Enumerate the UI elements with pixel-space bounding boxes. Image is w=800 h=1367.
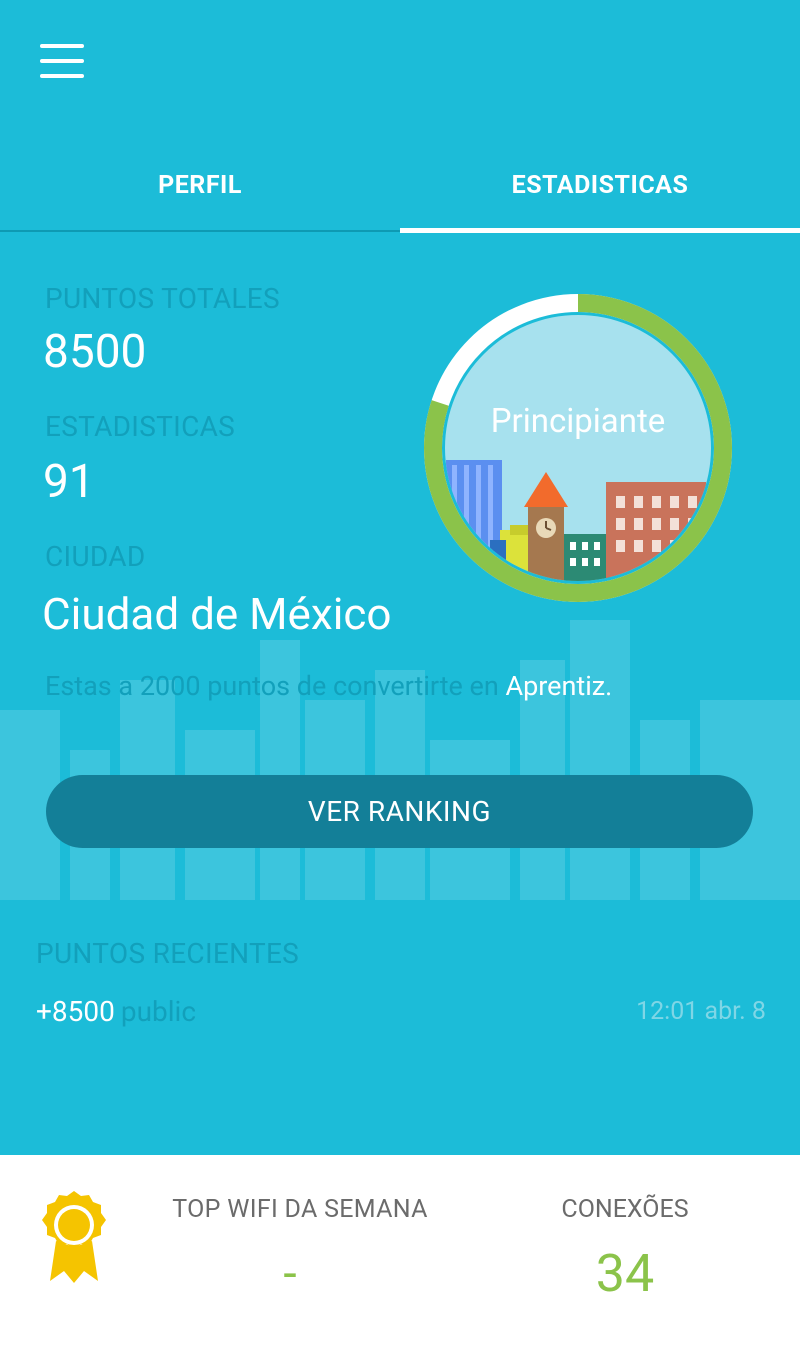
next-level-name: Aprentiz. bbox=[505, 670, 613, 702]
connections-label: CONEXÕES bbox=[561, 1195, 689, 1224]
top-wifi-label: TOP WIFI DA SEMANA bbox=[172, 1195, 428, 1224]
medal-icon bbox=[42, 1191, 106, 1283]
bottom-summary-panel: TOP WIFI DA SEMANA - CONEXÕES 34 bbox=[0, 1155, 800, 1367]
total-points-value: 8500 bbox=[43, 325, 147, 379]
view-ranking-button[interactable]: VER RANKING bbox=[46, 775, 753, 848]
level-illustration bbox=[424, 294, 732, 602]
hamburger-menu-icon[interactable] bbox=[40, 44, 84, 78]
tab-estadisticas[interactable]: ESTADISTICAS bbox=[400, 140, 800, 230]
active-tab-indicator bbox=[400, 228, 800, 233]
connections-value: 34 bbox=[595, 1243, 655, 1304]
level-badge: Principiante bbox=[420, 290, 736, 606]
statistics-value: 91 bbox=[43, 455, 95, 509]
city-label: CIUDAD bbox=[45, 540, 146, 573]
recent-points-source: public bbox=[120, 995, 196, 1028]
level-name: Principiante bbox=[490, 402, 666, 441]
recent-points-amount: +8500 bbox=[36, 995, 115, 1028]
recent-points-row: +8500 public 12:01 abr. 8 bbox=[36, 995, 766, 1035]
background-skyline bbox=[0, 620, 800, 900]
top-app-bar bbox=[0, 0, 800, 120]
tab-bar: PERFIL ESTADISTICAS bbox=[0, 140, 800, 234]
total-points-label: PUNTOS TOTALES bbox=[45, 282, 280, 315]
next-level-message: Estas a 2000 puntos de convertirte en Ap… bbox=[45, 670, 612, 702]
next-level-text: Estas a 2000 puntos de convertirte en bbox=[45, 670, 506, 702]
tab-perfil[interactable]: PERFIL bbox=[0, 140, 400, 230]
recent-points-title: PUNTOS RECIENTES bbox=[36, 937, 300, 970]
statistics-label: ESTADISTICAS bbox=[45, 410, 236, 443]
top-wifi-value: - bbox=[283, 1245, 297, 1302]
recent-points-time: 12:01 abr. 8 bbox=[636, 997, 766, 1026]
city-value: Ciudad de México bbox=[42, 588, 392, 640]
